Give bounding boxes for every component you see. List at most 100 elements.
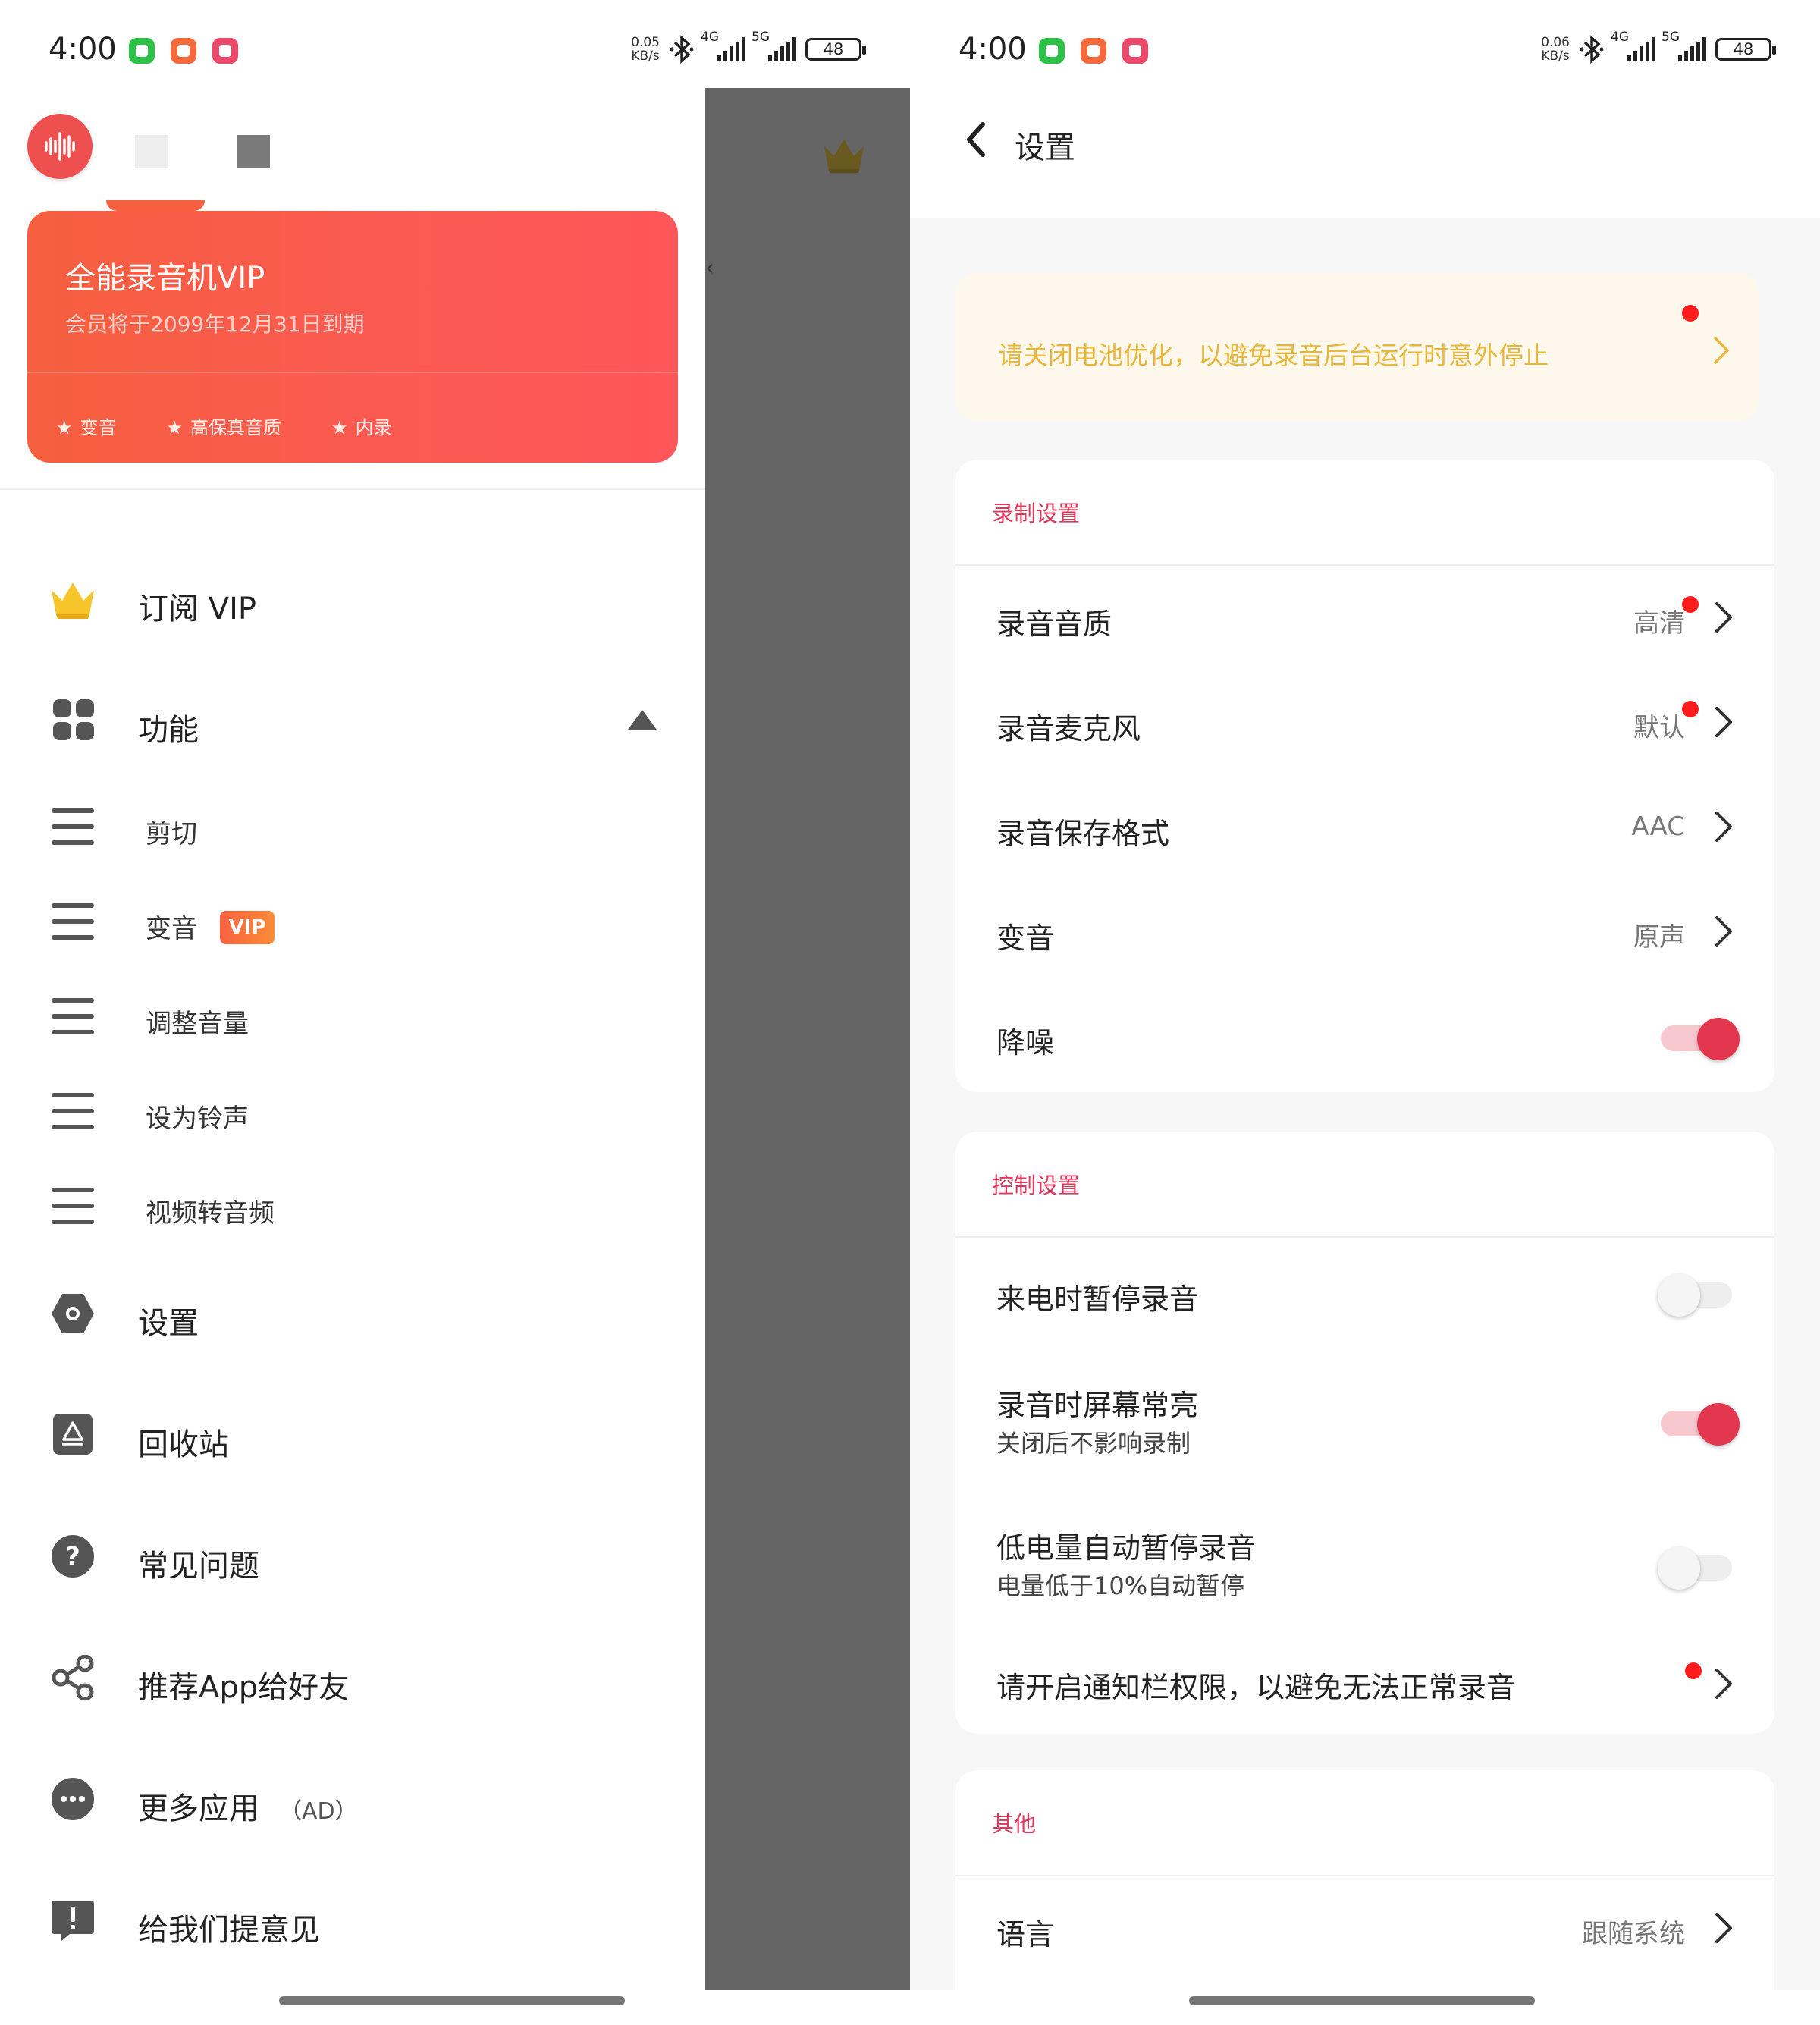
status-right: 0.06 KB/s 4G 5G 48 [1541,30,1776,68]
menu-subitem-cut[interactable]: 剪切 [0,786,705,869]
low-battery-pause-toggle[interactable] [1658,1547,1732,1590]
red-dot-badge [1682,596,1699,613]
list-icon [52,903,94,940]
placeholder-tile-dark [237,135,270,168]
menu-item-feedback[interactable]: 给我们提意见 [0,1878,705,1961]
menu-label: 更多应用 （AD） [138,1791,358,1826]
placeholder-tile-light [135,135,168,168]
status-bar: 4:00 0.06 KB/s 4G 5G 48 [910,0,1820,88]
setting-recording-microphone[interactable]: 录音麦克风 默认 [956,670,1774,775]
feedback-icon [52,1901,94,1942]
setting-notification-permission[interactable]: 请开启通知栏权限，以避免无法正常录音 [956,1632,1774,1734]
menu-label: 订阅 VIP [138,592,256,626]
vip-card[interactable]: 全能录音机VIP 会员将于2099年12月31日到期 ★ 变音 ★ 高保真音质 ★ 内… [27,211,678,463]
toggle-knob [1697,1018,1740,1060]
signal-4g-icon: 4G [701,30,745,61]
ad-tag: （AD） [279,1798,358,1825]
menu-item-more-apps[interactable]: 更多应用 （AD） [0,1757,705,1840]
status-right: 0.05 KB/s 4G 5G 48 [631,30,866,68]
noise-reduction-toggle[interactable] [1661,1018,1740,1060]
collapse-arrow-icon[interactable] [628,710,657,730]
setting-recording-quality[interactable]: 录音音质 高清 [956,566,1774,670]
menu-label: 回收站 [138,1427,229,1462]
control-settings-card: 控制设置 来电时暂停录音 录音时屏幕常亮 关闭后不影响录制 低电量自动暂停录音 … [956,1132,1774,1734]
setting-value: 高清 [1633,608,1685,639]
menu-label: 推荐App给好友 [138,1670,350,1705]
setting-label: 录音时屏幕常亮 [996,1389,1199,1422]
wechat-notification-icon [129,38,155,64]
download-notification-icon [1122,38,1148,64]
list-icon [52,1188,94,1224]
section-title: 其他 [992,1811,1037,1837]
red-dot-badge [1682,305,1699,322]
divider [0,488,705,490]
toggle-knob [1697,1403,1740,1446]
menu-label: 给我们提意见 [138,1913,320,1948]
vip-title: 全能录音机VIP [65,261,265,296]
drawer-screen: 4:00 0.05 KB/s 4G 5G 48 全能录音机VIP 会员将于209… [0,0,910,2025]
menu-item-subscribe-vip[interactable]: 订阅 VIP [0,557,705,640]
vip-divider [27,372,678,373]
menu-item-faq[interactable]: ? 常见问题 [0,1514,705,1597]
menu-label: 调整音量 [146,1009,249,1039]
menu-subitem-set-ringtone[interactable]: 设为铃声 [0,1070,705,1154]
setting-value: AAC [1631,812,1685,842]
back-arrow-icon[interactable] [956,117,1001,162]
background-text-fragment: ‹ [705,255,714,281]
chevron-right-icon [1715,602,1732,633]
setting-save-format[interactable]: 录音保存格式 AAC [956,775,1774,880]
list-icon [52,1093,94,1129]
scrim-overlay[interactable]: ‹ [705,88,910,1990]
toggle-knob [1658,1274,1700,1317]
navigation-drawer: 全能录音机VIP 会员将于2099年12月31日到期 ★ 变音 ★ 高保真音质 ★ 内… [0,88,705,2025]
chevron-right-icon [1715,1669,1732,1699]
app-logo-icon[interactable] [27,114,93,179]
vip-card-tab [106,200,205,211]
chevron-right-icon [1715,707,1732,737]
setting-language[interactable]: 语言 跟随系统 [956,1876,1774,1981]
menu-item-settings[interactable]: 设置 [0,1271,705,1355]
menu-label: 视频转音频 [146,1198,275,1229]
svg-text:?: ? [65,1542,80,1572]
setting-label: 录音音质 [996,608,1112,641]
status-time: 4:00 [959,32,1027,67]
setting-label: 录音保存格式 [996,817,1170,850]
setting-low-battery-pause: 低电量自动暂停录音 电量低于10%自动暂停 [956,1496,1774,1632]
setting-label: 请开启通知栏权限，以避免无法正常录音 [996,1671,1516,1704]
menu-item-features[interactable]: 功能 [0,678,705,761]
menu-label: 功能 [138,713,199,748]
settings-screen: 4:00 0.06 KB/s 4G 5G 48 设置 请关闭电池优化，以避免录音… [910,0,1820,2025]
red-dot-badge [1685,1662,1702,1679]
screen-always-on-toggle[interactable] [1661,1403,1740,1446]
signal-5g-icon: 5G [1662,30,1706,61]
vip-expiry: 会员将于2099年12月31日到期 [65,312,365,337]
chevron-right-icon [1715,916,1732,947]
star-icon: ★ [56,417,73,438]
menu-subitem-voice-change[interactable]: 变音 VIP [0,881,705,964]
pause-on-call-toggle[interactable] [1658,1274,1732,1317]
menu-item-recycle-bin[interactable]: 回收站 [0,1392,705,1476]
chevron-right-icon [1714,337,1729,364]
signal-4g-icon: 4G [1611,30,1655,61]
menu-label: 变音 VIP [146,908,275,947]
menu-subitem-adjust-volume[interactable]: 调整音量 [0,975,705,1059]
section-title: 控制设置 [992,1173,1081,1198]
red-dot-badge [1682,701,1699,717]
vip-feature: ★ 变音 [56,417,117,438]
menu-item-share[interactable]: 推荐App给好友 [0,1635,705,1719]
list-icon [52,998,94,1034]
menu-label: 剪切 [146,819,197,849]
recording-settings-card: 录制设置 录音音质 高清 录音麦克风 默认 录音保存格式 AAC 变音 原声 降… [956,460,1774,1092]
setting-voice-change[interactable]: 变音 原声 [956,880,1774,984]
home-indicator[interactable] [1189,1996,1535,2005]
menu-label: 设置 [138,1306,199,1341]
setting-screen-always-on: 录音时屏幕常亮 关闭后不影响录制 [956,1352,1774,1496]
menu-label: 设为铃声 [146,1104,249,1134]
battery-optimization-notice[interactable]: 请关闭电池优化，以避免录音后台运行时意外停止 [956,273,1759,420]
chevron-right-icon [1715,1913,1732,1943]
setting-label: 变音 [996,921,1055,955]
page-title: 设置 [1015,130,1075,165]
menu-subitem-video-to-audio[interactable]: 视频转音频 [0,1165,705,1248]
setting-label: 语言 [996,1918,1055,1951]
home-indicator[interactable] [279,1996,625,2005]
